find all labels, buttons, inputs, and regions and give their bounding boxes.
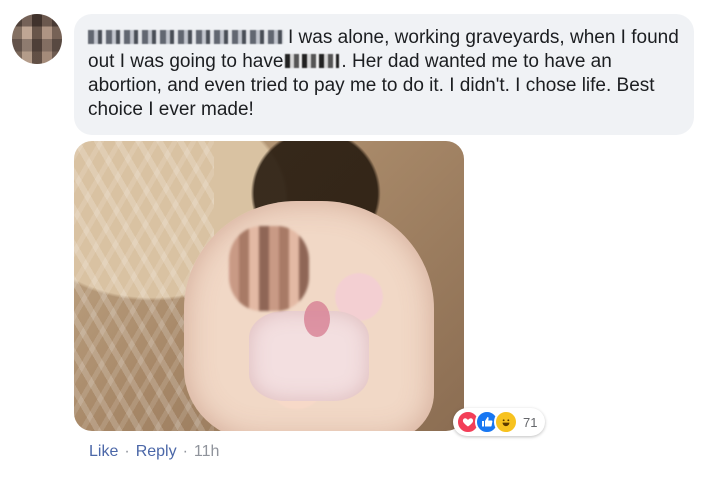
timestamp[interactable]: 11h bbox=[194, 443, 220, 460]
haha-icon bbox=[494, 410, 518, 434]
comment-actions: Like · Reply · 11h bbox=[89, 443, 219, 461]
comment-text: I was alone, working graveyards, when I … bbox=[88, 26, 680, 122]
commenter-avatar[interactable] bbox=[12, 14, 62, 64]
reactions-summary[interactable]: 71 bbox=[453, 408, 546, 436]
reaction-count: 71 bbox=[523, 414, 538, 430]
comment-photo[interactable] bbox=[74, 141, 464, 431]
author-name-blurred[interactable] bbox=[88, 30, 284, 44]
like-link[interactable]: Like bbox=[89, 443, 118, 460]
photo-onesie-heart bbox=[304, 301, 330, 337]
separator: · bbox=[124, 443, 130, 460]
redacted-name bbox=[285, 54, 340, 68]
avatar-pixelation bbox=[12, 14, 62, 64]
reply-link[interactable]: Reply bbox=[136, 443, 177, 460]
photo-blurred-face bbox=[229, 226, 309, 311]
comment-bubble: I was alone, working graveyards, when I … bbox=[74, 14, 694, 135]
separator: · bbox=[182, 443, 188, 460]
